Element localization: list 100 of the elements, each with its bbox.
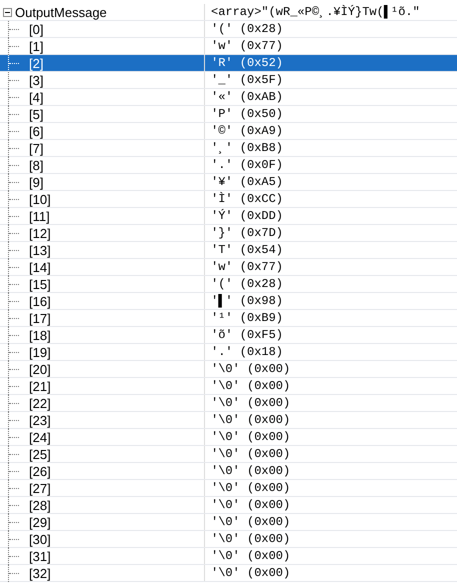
- element-index: [14]: [29, 260, 51, 274]
- element-index: [32]: [29, 566, 51, 580]
- element-index: [16]: [29, 294, 51, 308]
- tree-row[interactable]: [19] '.' (0x18): [0, 344, 457, 361]
- element-value: '(' (0x28): [210, 21, 284, 37]
- element-value: '¹' (0xB9): [210, 310, 284, 326]
- variable-value: <array>"(wR_«P©¸.¥ÌÝ}Tw(▌¹õ.": [210, 4, 420, 20]
- element-index: [0]: [29, 22, 44, 36]
- element-value: '.' (0x18): [210, 344, 284, 360]
- tree-row[interactable]: [22] '\0' (0x00): [0, 395, 457, 412]
- tree-row[interactable]: [1] 'w' (0x77): [0, 38, 457, 55]
- tree-row[interactable]: [13] 'T' (0x54): [0, 242, 457, 259]
- element-value: '\0' (0x00): [210, 514, 290, 530]
- element-value: '(' (0x28): [210, 276, 284, 292]
- element-index: [13]: [29, 242, 51, 258]
- tree-row[interactable]: [4] '«' (0xAB): [0, 89, 457, 106]
- tree-row[interactable]: [32] '\0' (0x00): [0, 565, 457, 582]
- element-index: [1]: [29, 38, 44, 54]
- element-value: '\0' (0x00): [210, 548, 290, 564]
- element-index: [2]: [29, 56, 44, 70]
- tree-row[interactable]: [23] '\0' (0x00): [0, 412, 457, 429]
- element-index: [21]: [29, 378, 51, 394]
- element-index: [9]: [29, 174, 44, 190]
- collapse-icon[interactable]: [3, 8, 12, 16]
- tree-row[interactable]: [31] '\0' (0x00): [0, 548, 457, 565]
- element-index: [4]: [29, 90, 44, 104]
- tree-row[interactable]: [20] '\0' (0x00): [0, 361, 457, 378]
- tree-row[interactable]: [15] '(' (0x28): [0, 276, 457, 293]
- tree-row[interactable]: [21] '\0' (0x00): [0, 378, 457, 395]
- element-value: 'õ' (0xF5): [210, 327, 284, 343]
- element-index: [25]: [29, 446, 51, 462]
- element-value: 'R' (0x52): [210, 55, 284, 71]
- tree-row[interactable]: [12] '}' (0x7D): [0, 225, 457, 242]
- element-value: '\0' (0x00): [210, 480, 290, 496]
- element-index: [30]: [29, 532, 51, 546]
- element-value: 'w' (0x77): [210, 259, 284, 275]
- element-value: 'P' (0x50): [210, 106, 284, 122]
- variable-name: OutputMessage: [15, 4, 107, 20]
- element-value: '©' (0xA9): [210, 123, 284, 139]
- element-value: '.' (0x0F): [210, 157, 284, 173]
- tree-row[interactable]: [6] '©' (0xA9): [0, 123, 457, 140]
- tree-row[interactable]: [25] '\0' (0x00): [0, 446, 457, 463]
- tree-row[interactable]: [3] '_' (0x5F): [0, 72, 457, 89]
- tree-row[interactable]: [9] '¥' (0xA5): [0, 174, 457, 191]
- element-value: 'w' (0x77): [210, 38, 284, 54]
- tree-row[interactable]: [5] 'P' (0x50): [0, 106, 457, 123]
- element-value: '¥' (0xA5): [210, 174, 284, 190]
- element-index: [12]: [29, 226, 51, 240]
- tree-row[interactable]: [16] '▌' (0x98): [0, 293, 457, 310]
- element-index: [5]: [29, 106, 44, 122]
- element-value: '\0' (0x00): [210, 395, 290, 411]
- tree-row[interactable]: [7] '¸' (0xB8): [0, 140, 457, 157]
- element-index: [15]: [29, 276, 51, 292]
- tree-row[interactable]: [24] '\0' (0x00): [0, 429, 457, 446]
- element-index: [17]: [29, 310, 51, 326]
- element-index: [22]: [29, 396, 51, 410]
- tree-row[interactable]: [28] '\0' (0x00): [0, 497, 457, 514]
- tree-row[interactable]: [11] 'Ý' (0xDD): [0, 208, 457, 225]
- tree-row[interactable]: [18] 'õ' (0xF5): [0, 327, 457, 344]
- element-value: '\0' (0x00): [210, 429, 290, 445]
- element-value: '}' (0x7D): [210, 225, 284, 241]
- element-value: '\0' (0x00): [210, 361, 290, 377]
- element-value: '¸' (0xB8): [210, 140, 284, 156]
- element-value: '_' (0x5F): [210, 72, 284, 88]
- element-index: [27]: [29, 480, 51, 496]
- tree-row[interactable]: [27] '\0' (0x00): [0, 480, 457, 497]
- element-value: '▌' (0x98): [210, 293, 284, 309]
- element-index: [28]: [29, 498, 51, 512]
- element-value: '«' (0xAB): [210, 89, 284, 105]
- tree-row[interactable]: [29] '\0' (0x00): [0, 514, 457, 531]
- element-value: '\0' (0x00): [210, 531, 290, 547]
- element-index: [20]: [29, 362, 51, 376]
- element-index: [29]: [29, 514, 51, 530]
- element-index: [26]: [29, 464, 51, 478]
- tree-row[interactable]: [30] '\0' (0x00): [0, 531, 457, 548]
- element-index: [10]: [29, 192, 51, 206]
- element-value: 'T' (0x54): [210, 242, 284, 258]
- element-value: '\0' (0x00): [210, 497, 290, 513]
- element-value: '\0' (0x00): [210, 463, 290, 479]
- tree-row[interactable]: [14] 'w' (0x77): [0, 259, 457, 276]
- element-value: '\0' (0x00): [210, 378, 290, 394]
- element-index: [23]: [29, 412, 51, 428]
- tree-row[interactable]: [26] '\0' (0x00): [0, 463, 457, 480]
- element-value: '\0' (0x00): [210, 565, 290, 581]
- element-index: [7]: [29, 140, 44, 156]
- tree-row[interactable]: [2] 'R' (0x52): [0, 55, 457, 72]
- tree-row[interactable]: [10] 'Ì' (0xCC): [0, 191, 457, 208]
- element-value: 'Ý' (0xDD): [210, 208, 284, 224]
- element-index: [18]: [29, 328, 51, 342]
- element-index: [3]: [29, 72, 44, 88]
- element-index: [19]: [29, 344, 51, 360]
- element-index: [8]: [29, 158, 44, 172]
- element-value: '\0' (0x00): [210, 412, 290, 428]
- element-index: [31]: [29, 548, 51, 564]
- tree-row[interactable]: [17] '¹' (0xB9): [0, 310, 457, 327]
- element-value: '\0' (0x00): [210, 446, 290, 462]
- element-index: [11]: [29, 208, 50, 224]
- tree-row[interactable]: [8] '.' (0x0F): [0, 157, 457, 174]
- tree-row[interactable]: [0] '(' (0x28): [0, 21, 457, 38]
- element-index: [24]: [29, 430, 51, 444]
